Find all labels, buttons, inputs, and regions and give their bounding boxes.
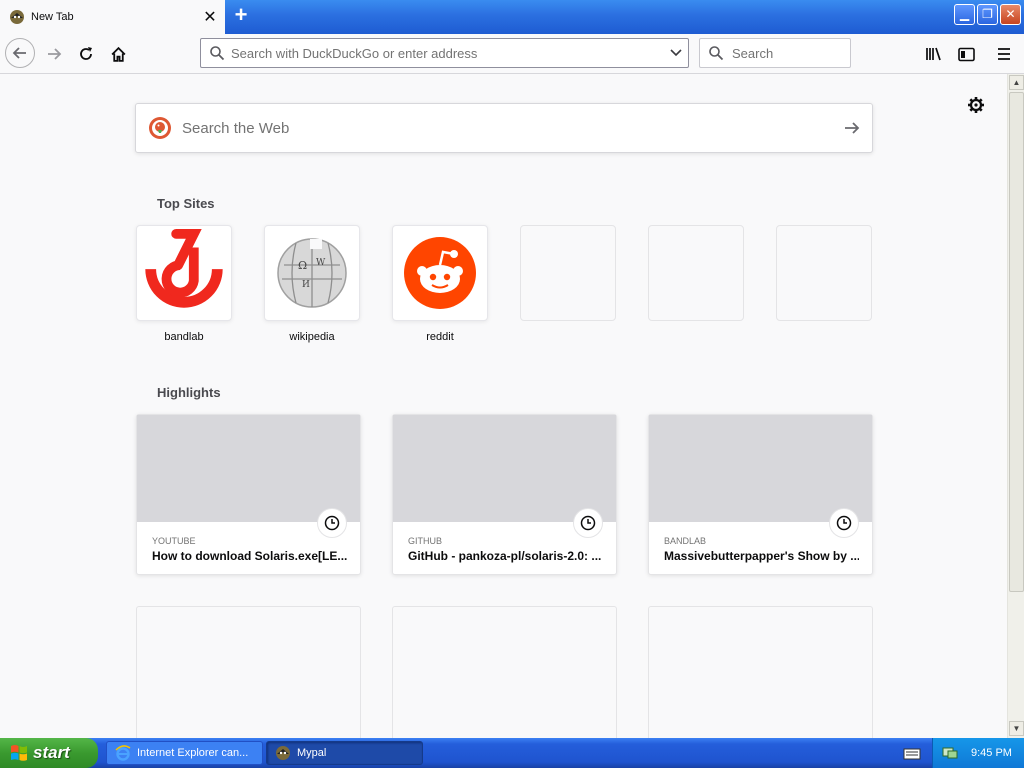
search-icon: [210, 46, 225, 61]
top-site-label: bandlab: [164, 331, 204, 343]
home-icon: [110, 46, 126, 62]
taskbar-item-internet-explorer[interactable]: Internet Explorer can...: [106, 741, 263, 765]
highlight-card[interactable]: GITHUB GitHub - pankoza-pl/solaris-2.0: …: [392, 414, 617, 575]
sidebar-icon: [957, 47, 975, 61]
top-site-tile-wikipedia[interactable]: Ω W И: [264, 225, 360, 321]
web-search-box[interactable]: Search the Web: [135, 103, 873, 153]
highlight-source: YOUTUBE: [152, 536, 196, 546]
hamburger-menu-icon: [998, 48, 1010, 60]
mypal-favicon-icon: [10, 10, 24, 24]
address-bar[interactable]: Search with DuckDuckGo or enter address: [200, 38, 689, 68]
forward-button[interactable]: [40, 40, 68, 68]
vertical-scrollbar[interactable]: ▲ ▼: [1007, 74, 1024, 738]
highlight-title: Massivebutterpapper's Show by ...: [664, 549, 859, 563]
clock-icon: [317, 508, 347, 538]
svg-text:W: W: [316, 258, 326, 268]
highlight-thumbnail: [137, 415, 360, 522]
taskbar-clock[interactable]: 9:45 PM: [971, 747, 1012, 759]
bandlab-logo-icon: [145, 228, 223, 308]
search-icon: [709, 46, 724, 61]
highlight-source: BANDLAB: [664, 536, 707, 546]
search-bar-placeholder: Search: [732, 45, 774, 61]
svg-text:Ω: Ω: [298, 259, 307, 272]
back-arrow-icon: [12, 47, 26, 59]
sidebar-toggle-button[interactable]: [952, 40, 980, 68]
highlight-placeholder: [648, 606, 873, 738]
taskbar-item-mypal[interactable]: Mypal: [266, 741, 423, 765]
minimize-button[interactable]: ▁: [954, 4, 975, 25]
highlight-title: How to download Solaris.exe[LE...: [152, 549, 347, 563]
highlight-source: GITHUB: [408, 536, 443, 546]
highlight-card[interactable]: BANDLAB Massivebutterpapper's Show by ..…: [648, 414, 873, 575]
highlight-thumbnail: [393, 415, 616, 522]
chevron-down-icon[interactable]: [664, 48, 688, 58]
start-button[interactable]: start: [0, 738, 98, 768]
network-icon[interactable]: [941, 745, 959, 761]
new-tab-page: Search the Web Top Sites bandlab Ω W И w…: [0, 75, 1007, 738]
top-site-tile-reddit[interactable]: [392, 225, 488, 321]
highlight-title: GitHub - pankoza-pl/solaris-2.0: ...: [408, 549, 602, 563]
highlights-heading: Highlights: [157, 385, 221, 400]
windows-logo-icon: [11, 745, 27, 761]
close-window-button[interactable]: ✕: [1000, 4, 1021, 25]
taskbar-item-label: Mypal: [297, 747, 327, 759]
forward-arrow-icon: [48, 48, 62, 60]
address-bar-placeholder: Search with DuckDuckGo or enter address: [231, 45, 478, 61]
system-tray: 9:45 PM: [932, 738, 1024, 768]
top-site-label: reddit: [426, 331, 454, 343]
search-bar[interactable]: Search: [699, 38, 851, 68]
mypal-icon: [276, 746, 290, 760]
highlight-thumbnail: [649, 415, 872, 522]
scroll-up-arrow-icon[interactable]: ▲: [1009, 75, 1024, 90]
new-tab-button[interactable]: +: [230, 4, 252, 27]
maximize-button[interactable]: ❐: [977, 4, 998, 25]
tab-title: New Tab: [31, 11, 74, 23]
top-sites-heading: Top Sites: [157, 196, 215, 211]
tab-new-tab[interactable]: New Tab ✕: [0, 0, 225, 34]
reload-icon: [80, 47, 92, 60]
arrow-right-icon[interactable]: [832, 120, 872, 136]
library-button[interactable]: [920, 40, 948, 68]
top-site-tile-empty[interactable]: [776, 225, 872, 321]
menu-button[interactable]: [990, 40, 1018, 68]
top-site-label: wikipedia: [289, 331, 335, 343]
home-button[interactable]: [104, 40, 132, 68]
duckduckgo-logo-icon: [149, 117, 171, 139]
windows-taskbar: start Internet Explorer can... Mypal 9:4…: [0, 738, 1024, 768]
clock-icon: [573, 508, 603, 538]
tab-strip: New Tab ✕ + ▁ ❐ ✕: [0, 0, 1024, 34]
start-label: start: [33, 743, 70, 762]
web-search-placeholder: Search the Web: [182, 119, 290, 137]
reload-button[interactable]: [72, 40, 100, 68]
library-icon: [926, 47, 941, 61]
scroll-down-arrow-icon[interactable]: ▼: [1009, 721, 1024, 736]
navigation-toolbar: Search with DuckDuckGo or enter address …: [0, 34, 1024, 74]
svg-text:И: И: [302, 280, 310, 290]
highlight-placeholder: [392, 606, 617, 738]
taskbar-item-label: Internet Explorer can...: [137, 747, 249, 759]
top-site-tile-empty[interactable]: [520, 225, 616, 321]
scrollbar-thumb[interactable]: [1009, 92, 1024, 592]
back-button[interactable]: [5, 38, 35, 68]
ie-icon: [115, 745, 131, 761]
keyboard-icon[interactable]: [903, 745, 921, 761]
top-site-tile-bandlab[interactable]: [136, 225, 232, 321]
clock-icon: [829, 508, 859, 538]
wikipedia-globe-icon: Ω W И: [277, 238, 347, 308]
reddit-alien-icon: [404, 237, 476, 309]
highlight-placeholder: [136, 606, 361, 738]
gear-icon[interactable]: [966, 95, 986, 115]
tab-close-icon[interactable]: ✕: [199, 7, 221, 27]
top-site-tile-empty[interactable]: [648, 225, 744, 321]
highlight-card[interactable]: YOUTUBE How to download Solaris.exe[LE..…: [136, 414, 361, 575]
